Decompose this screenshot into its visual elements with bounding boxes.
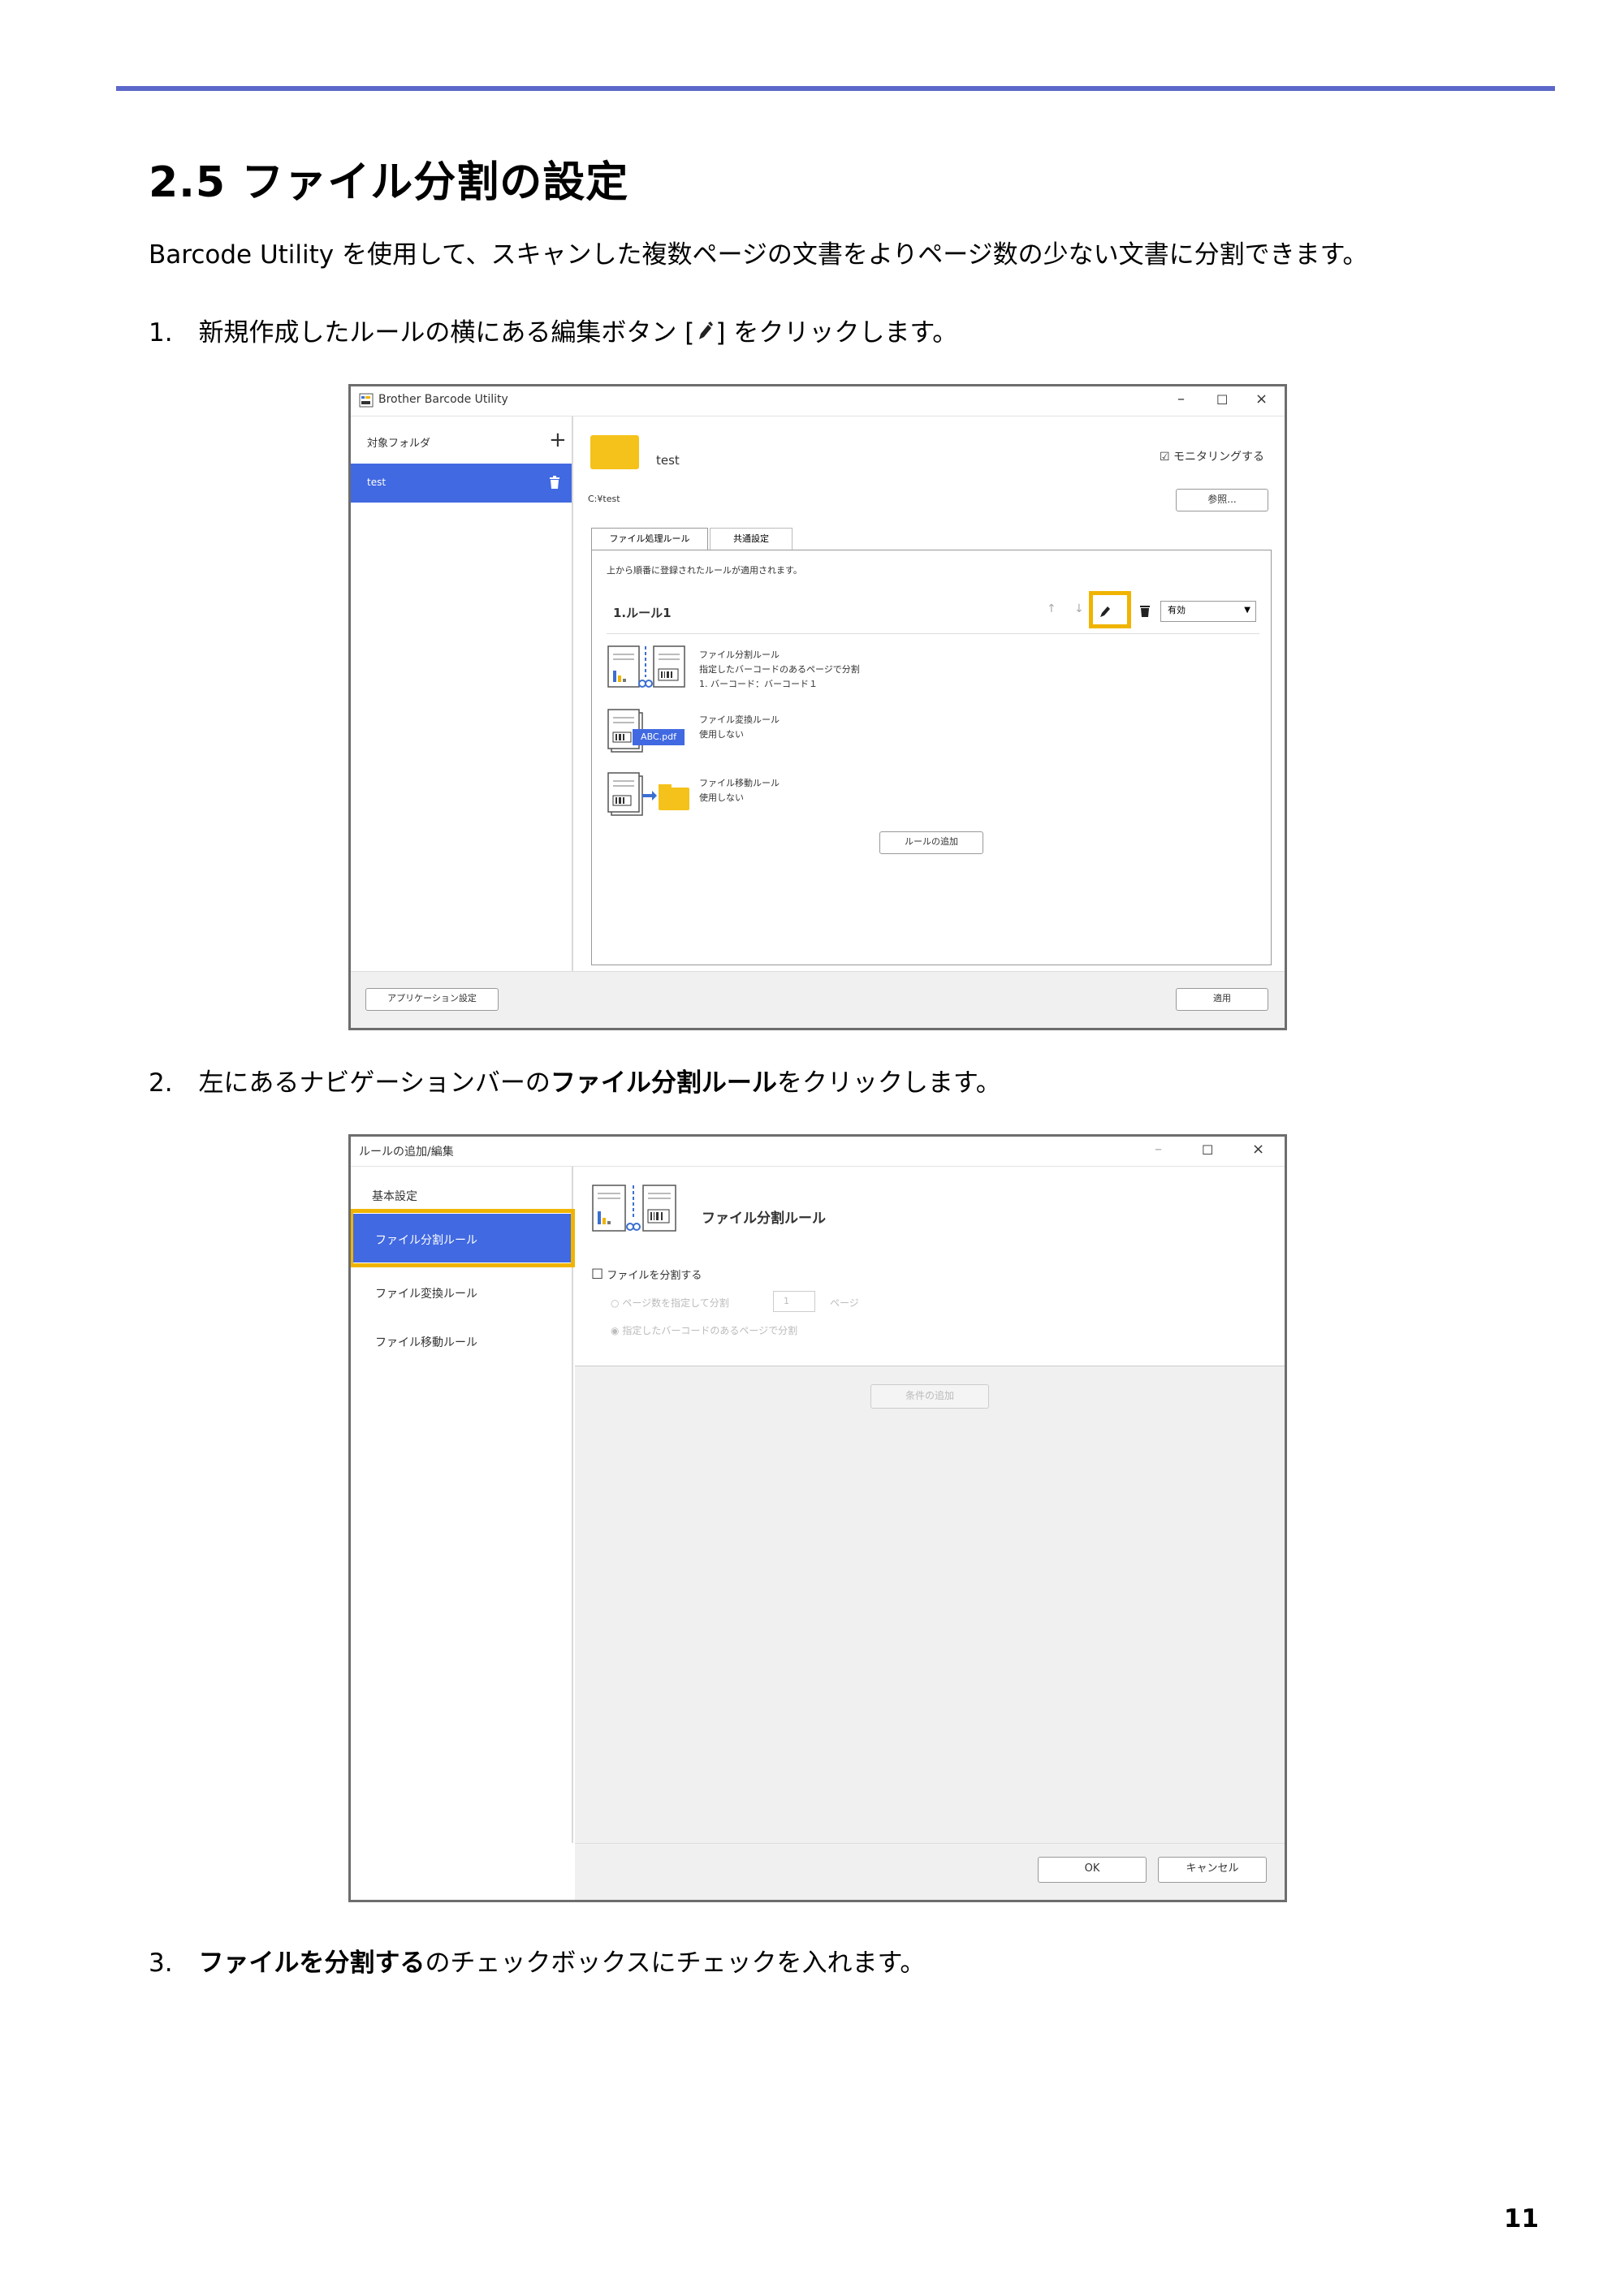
- edit-button-highlight: [1089, 591, 1131, 628]
- sidebar-header: 対象フォルダ: [367, 438, 431, 450]
- move-rule-icon: [607, 772, 689, 816]
- divider: [607, 633, 1259, 634]
- step-1-number: 1.: [149, 318, 173, 347]
- option-by-page-count: ○ ページ数を指定して分割: [611, 1296, 729, 1310]
- split-rule-title: ファイル分割ルール: [699, 650, 780, 660]
- convert-rule-title: ファイル変換ルール: [699, 714, 780, 725]
- move-down-icon[interactable]: ↓: [1074, 602, 1084, 615]
- rules-panel: 上から順番に登録されたルールが適用されます。 1.ルール1 ↑ ↓ 有効 ▼ ファ…: [591, 550, 1272, 965]
- window-title: Brother Barcode Utility: [378, 393, 508, 406]
- nav-convert-rule[interactable]: ファイル変換ルール: [375, 1285, 477, 1301]
- step-2-text-bold: ファイル分割ルール: [550, 1068, 777, 1098]
- page-count-input: 1: [773, 1291, 815, 1312]
- tab-file-rules[interactable]: ファイル処理ルール: [591, 528, 708, 550]
- checkbox-unchecked-icon: ☐: [591, 1267, 604, 1283]
- conditions-area: 条件の追加: [575, 1366, 1285, 1843]
- step-3-number: 3.: [149, 1949, 173, 1978]
- maximize-icon[interactable]: ☐: [1202, 1142, 1213, 1158]
- page-unit-label: ページ: [830, 1297, 859, 1309]
- nav-sidebar: 基本設定 ファイル分割ルール ファイル変換ルール ファイル移動ルール: [351, 1167, 575, 1843]
- step-3-text-post: のチェックボックスにチェックを入れます。: [425, 1949, 926, 1978]
- minimize-icon[interactable]: –: [1155, 1141, 1162, 1158]
- tab-common-settings[interactable]: 共通設定: [710, 528, 793, 550]
- split-file-checkbox-label: ファイルを分割する: [607, 1270, 702, 1282]
- move-rule-title: ファイル移動ルール: [699, 778, 780, 788]
- title-bar: Brother Barcode Utility – ☐ ×: [351, 386, 1285, 416]
- page-number: 11: [1504, 2204, 1540, 2233]
- step-1: 1. 新規作成したルールの横にある編集ボタン [ ] をクリックします。: [149, 317, 957, 349]
- step-3: 3. ファイルを分割するのチェックボックスにチェックを入れます。: [149, 1947, 925, 1979]
- folder-item-test[interactable]: test: [351, 464, 572, 503]
- chevron-down-icon: ▼: [1244, 606, 1250, 615]
- rule-name: 1.ルール1: [613, 606, 672, 620]
- move-up-icon[interactable]: ↑: [1047, 602, 1056, 615]
- split-rule-header-title: ファイル分割ルール: [702, 1211, 826, 1227]
- add-folder-icon[interactable]: +: [549, 428, 567, 452]
- step-2-text-post: をクリックします。: [776, 1068, 1001, 1098]
- delete-rule-icon[interactable]: [1139, 604, 1151, 617]
- folder-name: test: [656, 453, 680, 468]
- convert-rule-value: 使用しない: [699, 729, 744, 740]
- maximize-icon[interactable]: ☐: [1216, 392, 1228, 408]
- add-condition-button: 条件の追加: [870, 1384, 989, 1409]
- add-rule-button[interactable]: ルールの追加: [879, 831, 983, 854]
- browse-button[interactable]: 参照...: [1176, 489, 1268, 511]
- window-title: ルールの追加/編集: [359, 1146, 454, 1159]
- option-by-barcode: ◉ 指定したバーコードのあるページで分割: [611, 1323, 797, 1337]
- nav-move-rule[interactable]: ファイル移動ルール: [375, 1334, 477, 1350]
- option-by-page-count-label: ページ数を指定して分割: [622, 1297, 729, 1309]
- split-file-checkbox[interactable]: ☐ ファイルを分割する: [591, 1267, 702, 1283]
- app-icon: [359, 393, 374, 408]
- apply-button[interactable]: 適用: [1176, 988, 1268, 1011]
- section-title: 2.5 ファイル分割の設定: [149, 158, 629, 207]
- status-select[interactable]: 有効 ▼: [1160, 601, 1256, 622]
- nav-split-highlight: [351, 1209, 575, 1267]
- nav-basic-settings[interactable]: 基本設定: [372, 1188, 417, 1204]
- app-settings-button[interactable]: アプリケーション設定: [365, 988, 499, 1011]
- step-2-text-pre: 左にあるナビゲーションバーの: [198, 1068, 551, 1098]
- status-value: 有効: [1168, 605, 1186, 615]
- split-rule-icon: [607, 645, 685, 688]
- folder-path: C:¥test: [588, 494, 620, 504]
- option-by-barcode-label: 指定したバーコードのあるページで分割: [622, 1325, 798, 1336]
- pencil-icon: [699, 322, 714, 339]
- radio-selected-icon: ◉: [611, 1325, 620, 1336]
- screenshot-barcode-utility: Brother Barcode Utility – ☐ × 対象フォルダ + t…: [348, 384, 1287, 1030]
- trash-icon[interactable]: [549, 476, 560, 489]
- step-1-text-pre: 新規作成したルールの横にある編集ボタン [: [198, 318, 695, 347]
- monitoring-label: モニタリングする: [1173, 451, 1265, 464]
- footer-bar: OK キャンセル: [575, 1843, 1285, 1900]
- split-rule-line2: 1. バーコード：バーコード１: [699, 679, 818, 689]
- rules-hint: 上から順番に登録されたルールが適用されます。: [607, 565, 802, 576]
- cancel-button[interactable]: キャンセル: [1158, 1857, 1267, 1883]
- convert-badge: ABC.pdf: [633, 729, 685, 745]
- footer-bar: アプリケーション設定 適用: [351, 971, 1285, 1028]
- step-1-text-post: ] をクリックします。: [715, 318, 958, 347]
- radio-empty-icon: ○: [611, 1297, 620, 1309]
- ok-button[interactable]: OK: [1038, 1857, 1147, 1883]
- close-icon[interactable]: ×: [1252, 1141, 1264, 1158]
- intro-paragraph: Barcode Utility を使用して、スキャンした複数ページの文書をよりペ…: [149, 240, 1368, 270]
- folder-item-label: test: [367, 477, 387, 488]
- close-icon[interactable]: ×: [1255, 391, 1268, 408]
- step-3-text-bold: ファイルを分割する: [198, 1949, 425, 1978]
- step-2-number: 2.: [149, 1068, 173, 1098]
- screenshot-rule-editor: ルールの追加/編集 – ☐ × 基本設定 ファイル分割ルール ファイル変換ルール…: [348, 1134, 1287, 1902]
- header-rule: [116, 86, 1555, 91]
- step-2: 2. 左にあるナビゲーションバーのファイル分割ルールをクリックします。: [149, 1067, 1001, 1099]
- title-bar: ルールの追加/編集 – ☐ ×: [351, 1137, 1285, 1167]
- split-rule-header-icon: [592, 1185, 676, 1232]
- minimize-icon[interactable]: –: [1177, 391, 1185, 408]
- folder-sidebar: 対象フォルダ + test: [351, 416, 573, 971]
- split-rule-line1: 指定したバーコードのあるページで分割: [699, 664, 860, 675]
- folder-icon: [590, 435, 639, 469]
- checkbox-checked-icon: ☑: [1160, 451, 1174, 464]
- monitoring-checkbox[interactable]: ☑ モニタリングする: [1160, 448, 1264, 464]
- move-rule-value: 使用しない: [699, 792, 744, 803]
